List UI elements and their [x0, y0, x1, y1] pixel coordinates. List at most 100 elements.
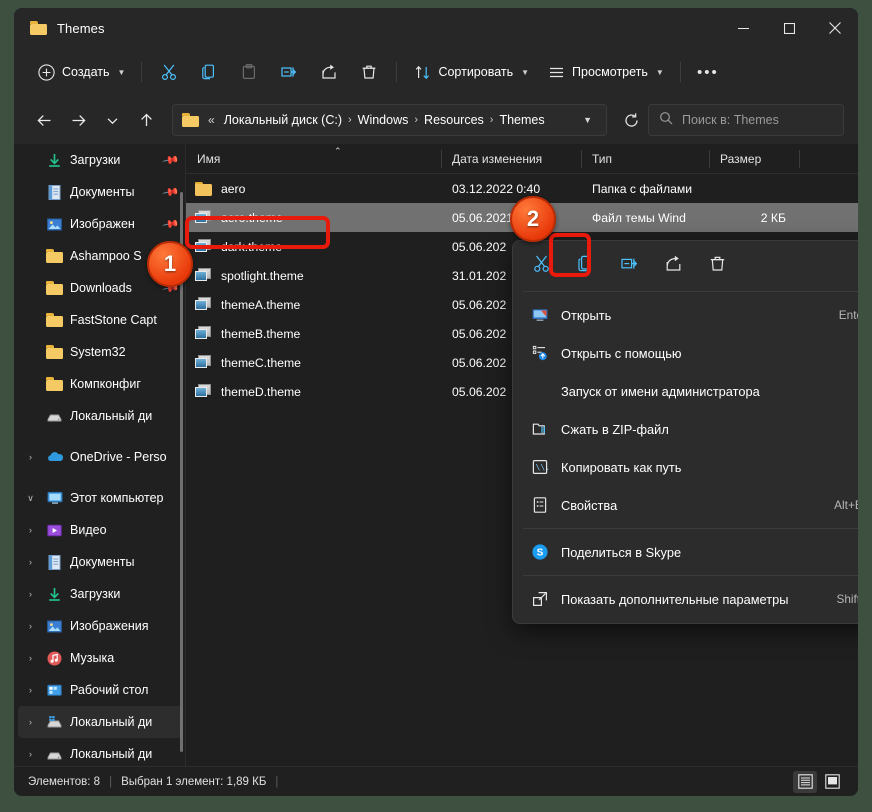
delete-icon — [708, 254, 727, 278]
sidebar-item-music[interactable]: › Музыка — [18, 642, 182, 674]
context-menu-item-open[interactable]: Открыть Enter — [517, 296, 858, 334]
column-header-type[interactable]: Тип — [581, 144, 709, 174]
rename-button[interactable] — [272, 56, 306, 88]
context-menu-separator — [523, 528, 858, 529]
context-menu-item-run-as-admin[interactable]: Запуск от имени администратора — [517, 372, 858, 410]
paste-button[interactable] — [232, 56, 266, 88]
pictures-icon — [45, 617, 64, 636]
sidebar-item-documents-pc[interactable]: › Документы — [18, 546, 182, 578]
column-header-spacer — [799, 144, 858, 174]
large-icons-view-icon[interactable] — [820, 771, 844, 793]
context-menu-toolbar — [513, 245, 858, 287]
chevron-right-icon[interactable]: › — [22, 557, 39, 567]
search-input[interactable]: Поиск в: Themes — [682, 113, 779, 127]
sidebar-item-pictures-pc[interactable]: › Изображения — [18, 610, 182, 642]
sidebar-item-izobrazheniya[interactable]: Изображен 📌 — [18, 208, 182, 240]
up-button[interactable] — [130, 104, 162, 136]
sidebar-item-video[interactable]: › Видео — [18, 514, 182, 546]
delete-button[interactable] — [697, 249, 737, 283]
view-icon — [547, 63, 565, 81]
sidebar-item-faststone[interactable]: FastStone Capt — [18, 304, 182, 336]
close-button[interactable] — [812, 8, 858, 48]
chevron-right-icon[interactable]: › — [22, 621, 39, 631]
cut-button[interactable] — [521, 249, 561, 283]
chevron-down-icon[interactable]: ∨ — [22, 493, 39, 503]
rename-button[interactable] — [609, 249, 649, 283]
sidebar-item-kompkonfig[interactable]: Компконфиг — [18, 368, 182, 400]
sidebar-item-localdisk-c[interactable]: › Локальный ди — [18, 706, 182, 738]
context-menu-item-share-skype[interactable]: S Поделиться в Skype — [517, 533, 858, 571]
sidebar-item-localdisk-d[interactable]: › Локальный ди — [18, 738, 182, 766]
context-menu-item-accelerator: Enter — [838, 308, 858, 322]
sidebar-item-label: Рабочий стол — [70, 683, 149, 697]
chevron-right-icon[interactable]: › — [22, 589, 39, 599]
sidebar-item-desktop[interactable]: › Рабочий стол — [18, 674, 182, 706]
forward-button[interactable] — [62, 104, 94, 136]
search-box[interactable]: Поиск в: Themes — [648, 104, 844, 136]
file-name-label: spotlight.theme — [221, 268, 304, 283]
sidebar-item-label: OneDrive - Perso — [70, 450, 167, 464]
new-button[interactable]: Создать ▼ — [28, 56, 134, 88]
copy-icon — [200, 63, 218, 81]
column-header-name[interactable]: Имя ⌃ — [186, 144, 441, 174]
context-menu-item-label: Запуск от имени администратора — [561, 383, 760, 399]
recent-locations-button[interactable] — [96, 104, 128, 136]
file-size-cell — [709, 174, 799, 203]
breadcrumb-item-3[interactable]: Themes — [494, 111, 549, 129]
file-name-cell: aero — [186, 174, 441, 203]
context-menu-item-copy-as-path[interactable]: \\.. Копировать как путь — [517, 448, 858, 486]
file-name-cell: themeD.theme — [186, 377, 441, 406]
folder-icon — [45, 247, 64, 266]
column-header-date[interactable]: Дата изменения — [441, 144, 581, 174]
sidebar-item-dokumenty[interactable]: Документы 📌 — [18, 176, 182, 208]
column-header-size[interactable]: Размер — [709, 144, 799, 174]
breadcrumb-overflow[interactable]: « — [206, 113, 219, 127]
address-dropdown-icon[interactable]: ▼ — [575, 115, 600, 125]
sort-button[interactable]: Сортировать ▼ — [404, 56, 538, 88]
cut-button[interactable] — [152, 56, 186, 88]
copy-button[interactable] — [192, 56, 226, 88]
chevron-right-icon[interactable]: › — [22, 653, 39, 663]
copy-button[interactable] — [565, 249, 605, 283]
more-options-button[interactable]: ••• — [691, 56, 725, 88]
view-button[interactable]: Просмотреть ▼ — [538, 56, 673, 88]
back-button[interactable] — [28, 104, 60, 136]
sidebar-item-label: Локальный ди — [70, 747, 153, 761]
chevron-right-icon[interactable]: › — [22, 717, 39, 727]
share-button[interactable] — [653, 249, 693, 283]
onedrive-icon — [45, 448, 64, 467]
sidebar-item-label: Downloads — [70, 281, 132, 295]
chevron-right-icon[interactable]: › — [22, 749, 39, 759]
column-header-size-label: Размер — [720, 151, 762, 166]
breadcrumb-item-1[interactable]: Windows — [353, 111, 414, 129]
navigation-pane: Загрузки 📌 Документы 📌 Изображен 📌 Asham… — [14, 144, 186, 766]
details-view-icon[interactable] — [793, 770, 817, 793]
cut-icon — [160, 63, 178, 81]
minimize-button[interactable] — [720, 8, 766, 48]
sidebar-item-zagruzki[interactable]: Загрузки 📌 — [18, 144, 182, 176]
file-name-label: themeD.theme — [221, 384, 301, 399]
maximize-button[interactable] — [766, 8, 812, 48]
breadcrumb-separator: › — [347, 114, 352, 126]
sidebar-item-this-pc[interactable]: ∨ Этот компьютер — [18, 482, 182, 514]
breadcrumb-item-2[interactable]: Resources — [419, 111, 489, 129]
address-bar[interactable]: « Локальный диск (C:) › Windows › Resour… — [172, 104, 607, 136]
breadcrumb-item-0[interactable]: Локальный диск (C:) — [219, 111, 347, 129]
delete-button[interactable] — [352, 56, 386, 88]
chevron-down-icon: ▼ — [117, 67, 126, 77]
sort-icon — [413, 63, 431, 81]
title-bar-left: Themes — [14, 21, 105, 36]
context-menu-item-show-more-options[interactable]: Показать дополнительные параметры Shift+ — [517, 580, 858, 618]
sidebar-item-downloads-pc[interactable]: › Загрузки — [18, 578, 182, 610]
refresh-button[interactable] — [617, 112, 646, 129]
chevron-right-icon[interactable]: › — [22, 452, 39, 462]
context-menu-item-properties[interactable]: Свойства Alt+Eг — [517, 486, 858, 524]
chevron-right-icon[interactable]: › — [22, 685, 39, 695]
context-menu-item-open-with[interactable]: Открыть с помощью — [517, 334, 858, 372]
share-button[interactable] — [312, 56, 346, 88]
sidebar-item-onedrive[interactable]: › OneDrive - Perso — [18, 441, 182, 473]
context-menu-item-compress-zip[interactable]: Сжать в ZIP-файл — [517, 410, 858, 448]
sidebar-item-system32[interactable]: System32 — [18, 336, 182, 368]
sidebar-item-localdisk-quick[interactable]: Локальный ди — [18, 400, 182, 432]
chevron-right-icon[interactable]: › — [22, 525, 39, 535]
